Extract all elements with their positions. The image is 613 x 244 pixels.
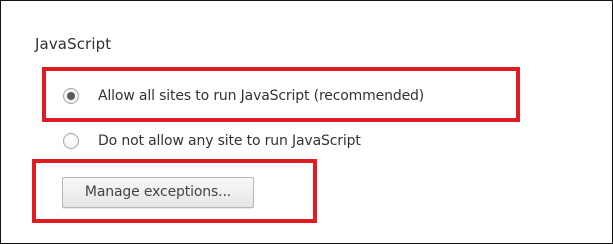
radio-selected-dot-icon bbox=[67, 92, 75, 100]
radio-button-allow-javascript[interactable] bbox=[63, 88, 79, 104]
radio-label-block-javascript: Do not allow any site to run JavaScript bbox=[98, 133, 361, 149]
section-title: JavaScript bbox=[35, 35, 112, 53]
radio-button-block-javascript[interactable] bbox=[63, 133, 79, 149]
radio-option-block-javascript[interactable]: Do not allow any site to run JavaScript bbox=[63, 129, 361, 153]
manage-exceptions-button[interactable]: Manage exceptions... bbox=[62, 177, 254, 208]
radio-option-allow-javascript[interactable]: Allow all sites to run JavaScript (recom… bbox=[63, 84, 424, 108]
radio-label-allow-javascript: Allow all sites to run JavaScript (recom… bbox=[98, 88, 425, 104]
settings-panel: JavaScript Allow all sites to run JavaSc… bbox=[0, 0, 613, 244]
